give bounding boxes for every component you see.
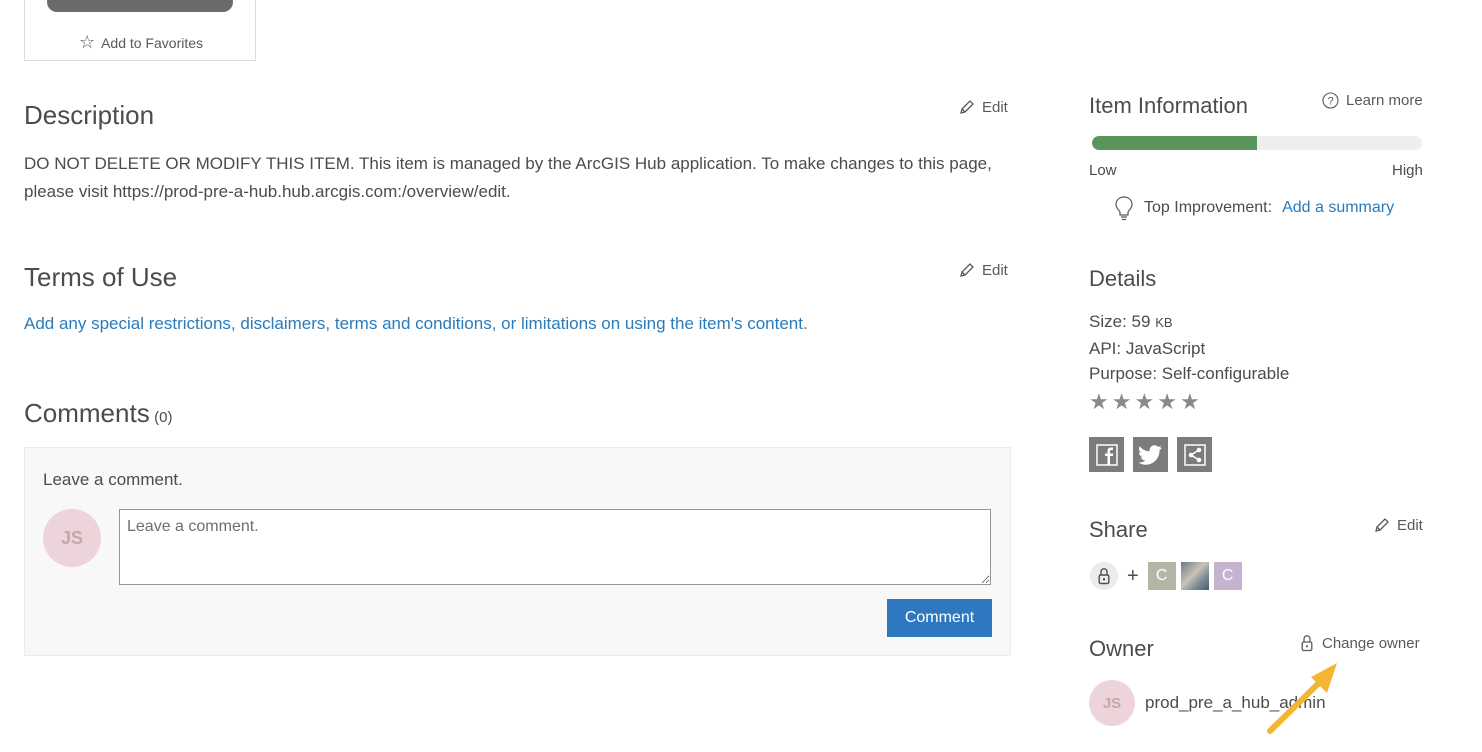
comments-heading: Comments (0) — [24, 398, 173, 429]
share-title: Share — [1089, 517, 1148, 542]
shared-group-thumbnail[interactable]: C — [1147, 562, 1176, 590]
comment-panel: Leave a comment. JS Comment — [24, 447, 1011, 656]
owner-avatar: JS — [1089, 680, 1135, 726]
meter-high-label: High — [1392, 162, 1423, 179]
item-info-score-meter — [1092, 136, 1422, 150]
item-info-score-fill — [1092, 136, 1257, 150]
meter-low-label: Low — [1089, 162, 1117, 179]
comment-input[interactable] — [119, 509, 991, 585]
twitter-icon — [1138, 444, 1162, 465]
facebook-button[interactable] — [1089, 437, 1124, 472]
terms-title: Terms of Use — [24, 262, 178, 292]
thumbnail-bar — [47, 0, 233, 12]
share-link-button[interactable] — [1177, 437, 1212, 472]
social-share-buttons — [1089, 437, 1212, 472]
detail-api: API: JavaScript — [1089, 336, 1289, 362]
pencil-icon — [960, 100, 974, 114]
details-list: Size: 59 KB API: JavaScript Purpose: Sel… — [1089, 309, 1289, 387]
help-circle-icon: ? — [1322, 92, 1339, 109]
lightbulb-icon — [1115, 196, 1133, 221]
shared-group-thumbnail[interactable]: C — [1213, 562, 1242, 590]
lock-icon — [1301, 635, 1313, 652]
purpose-value: Self-configurable — [1161, 364, 1290, 383]
rating-star-icon[interactable]: ★ — [1157, 391, 1177, 413]
add-summary-link[interactable]: Add a summary — [1282, 199, 1394, 217]
description-text: DO NOT DELETE OR MODIFY THIS ITEM. This … — [24, 154, 992, 201]
top-improvement-label: Top Improvement: — [1144, 199, 1273, 216]
change-owner-label: Change owner — [1322, 634, 1420, 652]
terms-add-link[interactable]: Add any special restrictions, disclaimer… — [24, 314, 808, 334]
add-to-favorites-button[interactable]: ☆ Add to Favorites — [25, 32, 257, 53]
size-label: Size: — [1089, 312, 1127, 331]
size-value: 59 — [1131, 312, 1151, 331]
terms-edit-button[interactable]: Edit — [958, 261, 1008, 279]
facebook-icon — [1095, 443, 1118, 466]
favorites-card: ☆ Add to Favorites — [24, 0, 256, 61]
shared-group-thumbnail[interactable] — [1180, 562, 1209, 590]
pencil-icon — [960, 263, 974, 277]
size-unit: KB — [1155, 315, 1173, 330]
learn-more-link[interactable]: ? Learn more — [1322, 92, 1423, 109]
rating-stars[interactable]: ★ ★ ★ ★ ★ — [1089, 391, 1200, 413]
rating-star-icon[interactable]: ★ — [1134, 391, 1154, 413]
edit-label: Edit — [1397, 516, 1423, 534]
comments-title: Comments — [24, 398, 150, 428]
description-title: Description — [24, 100, 155, 130]
rating-star-icon[interactable]: ★ — [1180, 391, 1200, 413]
learn-more-label: Learn more — [1346, 92, 1423, 109]
rating-star-icon[interactable]: ★ — [1089, 391, 1109, 413]
description-edit-button[interactable]: Edit — [958, 98, 1008, 116]
star-outline-icon: ☆ — [78, 32, 96, 52]
purpose-label: Purpose: — [1089, 364, 1158, 383]
shared-groups: CC — [1147, 562, 1242, 590]
twitter-button[interactable] — [1133, 437, 1168, 472]
change-owner-button[interactable]: Change owner — [1300, 634, 1420, 652]
share-icon — [1183, 443, 1206, 466]
api-label: API: — [1089, 338, 1122, 358]
edit-label: Edit — [982, 98, 1008, 116]
api-value: JavaScript — [1125, 338, 1206, 358]
comments-count: (0) — [154, 409, 173, 426]
comment-submit-button[interactable]: Comment — [887, 599, 992, 637]
add-to-favorites-label: Add to Favorites — [101, 34, 204, 51]
edit-label: Edit — [982, 261, 1008, 279]
svg-text:?: ? — [1327, 95, 1333, 107]
avatar: JS — [43, 509, 101, 567]
rating-star-icon[interactable]: ★ — [1112, 391, 1132, 413]
item-info-title: Item Information — [1089, 93, 1248, 118]
top-improvement: Top Improvement: Add a summary — [1114, 195, 1394, 221]
share-status: + CC — [1090, 562, 1242, 590]
details-title: Details — [1089, 266, 1157, 291]
pencil-icon — [1375, 518, 1389, 532]
share-edit-button[interactable]: Edit — [1373, 516, 1423, 534]
detail-purpose: Purpose: Self-configurable — [1089, 361, 1289, 387]
share-plus: + — [1127, 564, 1139, 587]
private-lock-badge — [1090, 562, 1118, 590]
annotation-arrow-icon — [1267, 663, 1337, 734]
lock-icon — [1098, 568, 1110, 585]
comment-prompt: Leave a comment. — [43, 470, 183, 489]
detail-size: Size: 59 KB — [1089, 309, 1289, 336]
owner-title: Owner — [1089, 636, 1154, 661]
